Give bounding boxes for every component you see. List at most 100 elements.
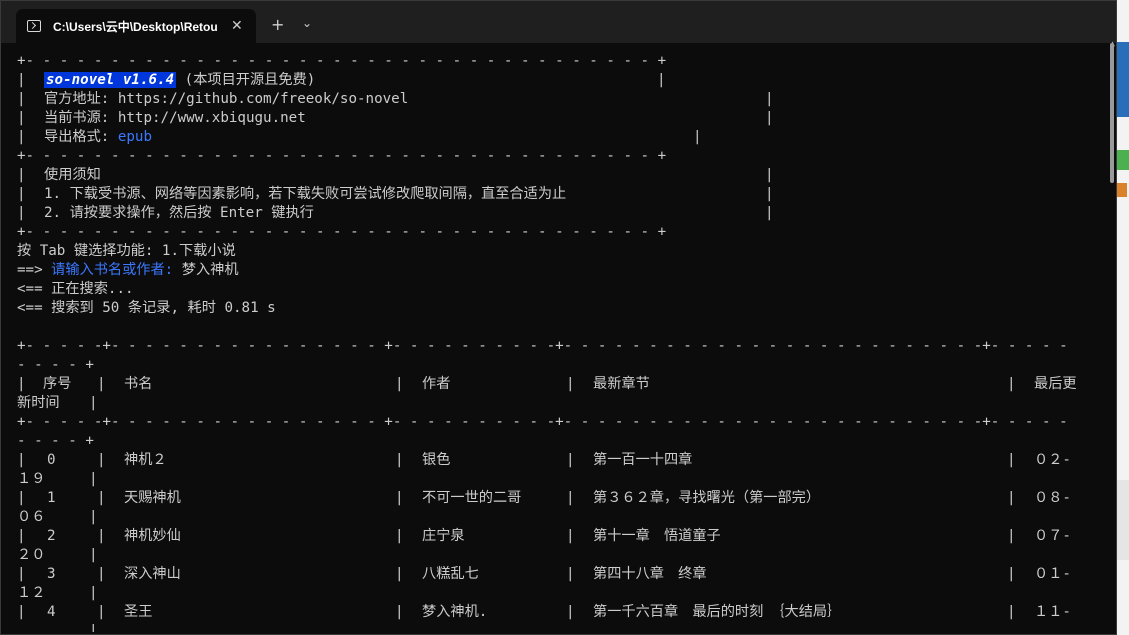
background-window-blue-panel <box>1115 42 1129 117</box>
banner-pipe: | <box>17 205 26 221</box>
table-pipe: | <box>97 452 106 468</box>
row-date: ０１- <box>1034 566 1071 582</box>
table-pipe: | <box>395 376 404 392</box>
terminal-tab[interactable]: C:\Users\云中\Desktop\Retou ✕ <box>16 9 256 43</box>
new-tab-button[interactable]: + <box>271 15 284 34</box>
column-index: 序号 <box>43 376 72 392</box>
row-date-wrap: １２ <box>17 585 46 601</box>
background-window-orange-block <box>1117 183 1127 197</box>
row-title: 神机２ <box>124 452 167 468</box>
table-row: | 2 | 神机妙仙 | 庄宁泉 | 第十一章 悟道童子 | ０７- <box>17 527 1102 546</box>
row-index: 3 <box>47 566 56 582</box>
table-pipe: | <box>97 528 106 544</box>
title-bar: C:\Users\云中\Desktop\Retou ✕ + ⌄ <box>1 1 1116 43</box>
prompt-value[interactable]: 梦入神机 <box>182 262 239 278</box>
version-note: (本项目开源且免费) <box>184 72 316 88</box>
banner-pipe: | <box>765 167 774 183</box>
table-pipe: | <box>89 509 98 525</box>
banner-border-bottom: +- - - - - - - - - - - - - - - - - - - -… <box>17 224 667 240</box>
notice-line-2: | 2. 请按要求操作，然后按 Enter 键执行 | <box>17 204 1102 223</box>
table-row-wrap: １９ | <box>17 470 1102 489</box>
banner-pipe: | <box>17 129 26 145</box>
column-author: 作者 <box>422 376 451 392</box>
table-header-wrap: 新时间 | <box>17 394 1102 413</box>
banner-format-line: | 导出格式: epub | <box>17 128 1102 147</box>
table-pipe: | <box>566 452 575 468</box>
table-row-wrap: ０６ | <box>17 508 1102 527</box>
table-row-wrap: １２ | <box>17 584 1102 603</box>
table-pipe: | <box>17 376 26 392</box>
table-border-mid: +- - - - -+- - - - - - - - - - - - - - -… <box>17 414 1068 430</box>
row-author: 庄宁泉 <box>422 528 465 544</box>
banner-pipe: | <box>17 167 26 183</box>
search-prompt-line[interactable]: ==> 请输入书名或作者: 梦入神机 <box>17 261 1102 280</box>
row-index: 2 <box>47 528 56 544</box>
official-label: 官方地址: <box>44 91 118 107</box>
table-border-top: +- - - - -+- - - - - - - - - - - - - - -… <box>17 338 1068 354</box>
banner-pipe: | <box>17 72 26 88</box>
row-date: ０８- <box>1034 490 1071 506</box>
terminal-output[interactable]: +- - - - - - - - - - - - - - - - - - - -… <box>17 52 1102 632</box>
tab-function-line: 按 Tab 键选择功能: 1.下载小说 <box>17 243 236 259</box>
banner-pipe: | <box>17 91 26 107</box>
table-pipe: | <box>1007 376 1016 392</box>
table-pipe: | <box>1007 604 1016 620</box>
table-pipe: | <box>1007 566 1016 582</box>
table-pipe: | <box>566 490 575 506</box>
banner-pipe: | <box>657 72 666 88</box>
notice-1: 1. 下载受书源、网络等因素影响，若下载失败可尝试修改爬取间隔，直至合适为止 <box>44 186 567 202</box>
banner-official-line: | 官方地址: https://github.com/freeok/so-nove… <box>17 90 1102 109</box>
table-pipe: | <box>97 566 106 582</box>
table-pipe: | <box>97 376 106 392</box>
row-latest: 第３６２章，寻找曙光（第一部完） <box>593 490 821 506</box>
table-row: | 4 | 圣王 | 梦入神机. | 第一千六百章 最后的时刻 ｛大结局｝ | １１- <box>17 603 1102 622</box>
prompt-label: 请输入书名或作者: <box>51 262 182 278</box>
banner-version-line: | so-novel v1.6.4 (本项目开源且免费) | <box>17 71 1102 90</box>
table-row-wrap: ２０ | <box>17 546 1102 565</box>
notice-title: 使用须知 <box>44 167 101 183</box>
background-window-grey-block <box>1115 480 1129 560</box>
table-pipe: | <box>1007 528 1016 544</box>
scrollbar-thumb[interactable] <box>1110 43 1114 183</box>
banner-pipe: | <box>17 110 26 126</box>
background-window <box>1115 0 1129 635</box>
banner-pipe: | <box>765 186 774 202</box>
prompt-arrow: ==> <box>17 262 52 278</box>
row-date-wrap: ０６ <box>17 509 46 525</box>
table-pipe: | <box>395 566 404 582</box>
table-pipe: | <box>17 604 26 620</box>
table-pipe: | <box>395 528 404 544</box>
table-row: | 3 | 深入神山 | 八糕乱七 | 第四十八章 终章 | ０１- <box>17 565 1102 584</box>
banner-pipe: | <box>765 205 774 221</box>
table-pipe: | <box>395 604 404 620</box>
table-pipe: | <box>89 585 98 601</box>
format-label: 导出格式: <box>44 129 118 145</box>
table-border-top-wrap: - - - - + <box>17 357 94 373</box>
chevron-down-icon[interactable]: ⌄ <box>302 16 312 30</box>
table-pipe: | <box>395 452 404 468</box>
table-pipe: | <box>17 566 26 582</box>
row-author: 不可一世的二哥 <box>422 490 522 506</box>
scrollbar[interactable] <box>1110 43 1114 183</box>
row-title: 深入神山 <box>124 566 181 582</box>
version-badge: so-novel v1.6.4 <box>44 72 177 88</box>
banner-pipe: | <box>693 129 702 145</box>
row-date-wrap: １９ <box>17 471 46 487</box>
table-header-row: | 序号 | 书名 | 作者 | 最新章节 | 最后更 <box>17 375 1102 394</box>
row-date: １１- <box>1034 604 1071 620</box>
row-author: 梦入神机. <box>422 604 488 620</box>
banner-pipe: | <box>17 186 26 202</box>
banner-border-top: +- - - - - - - - - - - - - - - - - - - -… <box>17 53 667 69</box>
table-pipe: | <box>97 604 106 620</box>
table-pipe: | <box>89 547 98 563</box>
table-pipe: | <box>566 528 575 544</box>
close-tab-icon[interactable]: ✕ <box>231 18 243 34</box>
row-index: 0 <box>47 452 56 468</box>
column-updated: 最后更 <box>1034 376 1077 392</box>
table-pipe: | <box>1007 452 1016 468</box>
table-pipe: | <box>17 490 26 506</box>
row-date: ０２- <box>1034 452 1071 468</box>
table-row: | 1 | 天赐神机 | 不可一世的二哥 | 第３６２章，寻找曙光（第一部完） | ０８- <box>17 489 1102 508</box>
row-latest: 第一百一十四章 <box>593 452 693 468</box>
